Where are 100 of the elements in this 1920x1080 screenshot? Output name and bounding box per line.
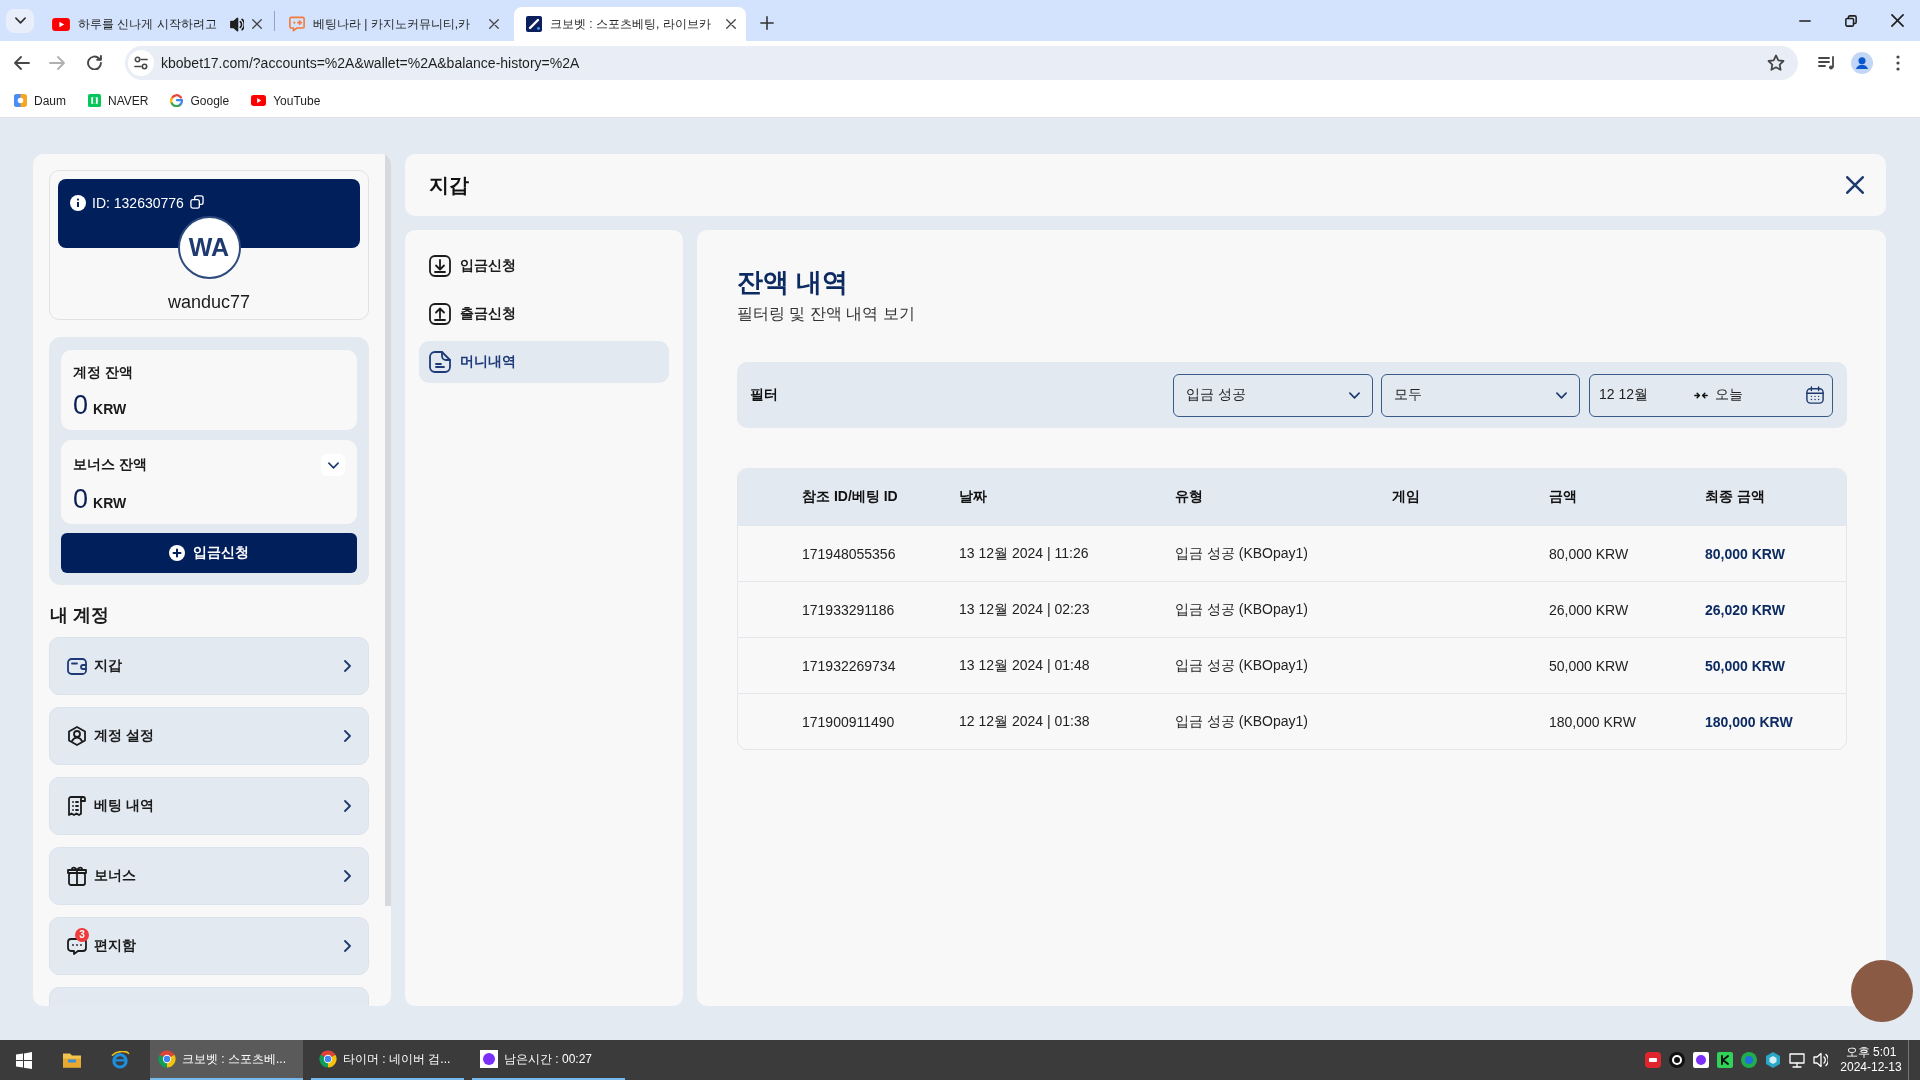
table-cell: 50,000 KRW (1705, 657, 1785, 674)
bookmark[interactable]: YouTube (245, 93, 327, 108)
back-arrow-icon[interactable] (14, 55, 30, 70)
browser-icon[interactable] (110, 1051, 130, 1069)
upload-icon (429, 303, 451, 325)
arrows-icon (1694, 391, 1708, 399)
close-icon[interactable] (252, 19, 262, 29)
table-cell: 12 12월 2024 | 01:38 (959, 712, 1090, 731)
nav-item[interactable]: 입금신청 (419, 245, 669, 287)
tile-icon[interactable] (1693, 1052, 1709, 1068)
close-icon[interactable] (1846, 176, 1864, 194)
table-cell: 입금 성공 (KBOpay1) (1175, 600, 1309, 619)
chevron-down-icon (327, 461, 339, 469)
bookmark[interactable]: Daum (8, 93, 72, 108)
taskbar-window[interactable]: 타이머 : 네이버 검... (311, 1040, 464, 1080)
play-logo-icon (251, 95, 267, 106)
notification-badge: 3 (75, 928, 89, 942)
hexagon-icon[interactable] (1765, 1052, 1781, 1068)
close-icon[interactable] (489, 19, 499, 29)
tile-icon[interactable] (1717, 1052, 1733, 1068)
table-cell: 13 12월 2024 | 11:26 (959, 544, 1089, 563)
column-header: 게임 (1392, 488, 1420, 506)
star-icon[interactable] (1767, 54, 1785, 71)
reload-icon[interactable] (86, 55, 102, 70)
ring-icon (170, 94, 184, 107)
browser-tab[interactable]: 베팅나라 | 카지노커뮤니티,카 (277, 7, 509, 41)
clock-date[interactable]: 2024-12-13 (1840, 1060, 1902, 1075)
disc-icon[interactable] (1669, 1052, 1685, 1068)
profile-icon[interactable] (1851, 51, 1873, 74)
windows-logo-icon[interactable] (16, 1051, 32, 1069)
folder-icon[interactable] (62, 1052, 82, 1068)
speaker-icon[interactable] (230, 16, 244, 32)
app-icon (480, 1050, 498, 1068)
tune-icon[interactable] (134, 55, 148, 70)
restore-icon[interactable] (1845, 14, 1857, 27)
calendar-icon[interactable] (1806, 386, 1824, 404)
media-control-icon[interactable] (1817, 55, 1835, 70)
clock-time[interactable]: 오후 5:01 (1845, 1045, 1897, 1060)
menu-item[interactable]: 지갑 (49, 637, 369, 695)
play-logo-icon (52, 17, 70, 31)
page-title: 잔액 내역 (737, 266, 849, 299)
menu-item[interactable]: 베팅 내역 (49, 777, 369, 835)
section-title: 내 계정 (49, 604, 110, 627)
browser-tab[interactable]: 크보벳 : 스포츠베팅, 라이브카 (514, 7, 746, 41)
address-bar[interactable]: kbobet17.com/?accounts=%2A&wallet=%2A&balance-history=%2A (125, 45, 1798, 80)
page-subtitle: 필터링 및 잔액 내역 보기 (737, 304, 915, 324)
close-icon[interactable] (1890, 14, 1904, 27)
chat-icon (67, 937, 87, 955)
table-cell: 13 12월 2024 | 02:23 (959, 600, 1090, 619)
scrollbar-thumb[interactable] (385, 154, 391, 906)
browser-tab[interactable]: 하루를 신나게 시작하려고 (40, 7, 272, 41)
taskbar-window[interactable]: 남은시간 : 00:27 (472, 1040, 625, 1080)
bookmark[interactable]: Google (164, 93, 236, 108)
game-select[interactable]: 모두 (1381, 373, 1580, 417)
tile-icon (88, 94, 101, 107)
close-icon[interactable] (726, 19, 736, 29)
expand-button[interactable] (321, 454, 345, 476)
menu-item[interactable]: 보너스 (49, 847, 369, 905)
balance-label: 보너스 잔액 (73, 456, 147, 474)
column-header: 유형 (1175, 488, 1203, 506)
status-select[interactable]: 입금 성공 (1173, 373, 1373, 417)
column-header: 최종 금액 (1705, 488, 1765, 506)
menu-item[interactable]: 계정 설정 (49, 707, 369, 765)
receipt-icon (68, 796, 86, 816)
user-icon (68, 726, 86, 746)
tab-list-button[interactable] (6, 8, 34, 33)
balance-amount: 0 (73, 484, 89, 514)
table-cell: 입금 성공 (KBOpay1) (1175, 656, 1309, 675)
user-id: ID: 132630776 (92, 195, 184, 211)
network-icon[interactable] (1789, 1052, 1805, 1068)
chevron-right-icon (344, 660, 351, 672)
table-cell: 입금 성공 (KBOpay1) (1175, 544, 1309, 563)
copy-icon[interactable] (189, 195, 204, 209)
chevron-right-icon (344, 800, 351, 812)
currency-label: KRW (93, 401, 127, 417)
more-menu-icon[interactable] (1896, 54, 1900, 71)
chevron-right-icon (344, 940, 351, 952)
menu-item[interactable]: 3 편지함 (49, 917, 369, 975)
taskbar-window[interactable]: 크보벳 : 스포츠베... (150, 1040, 303, 1080)
bookmark[interactable]: NAVER (82, 93, 155, 108)
plus-icon[interactable] (760, 16, 774, 30)
table-cell: 26,020 KRW (1705, 601, 1785, 618)
table-cell: 171932269734 (802, 657, 896, 674)
tile-icon[interactable] (1645, 1052, 1661, 1068)
date-range-field[interactable]: 12 12월 오늘 (1589, 373, 1833, 417)
chevron-right-icon (344, 730, 351, 742)
minimize-icon[interactable] (1799, 19, 1811, 22)
two-tone-tile-icon (14, 94, 27, 107)
deposit-button[interactable]: 입금신청 (61, 533, 357, 573)
table-cell: 171900911490 (802, 713, 895, 730)
balance-amount: 0 (73, 390, 89, 420)
nav-item[interactable]: 머니내역 (419, 341, 669, 383)
balance-label: 계정 잔액 (73, 364, 133, 382)
nav-item[interactable]: 출금신청 (419, 293, 669, 335)
plus-circle-icon (169, 545, 185, 561)
chevron-down-icon (1349, 391, 1360, 399)
volume-icon[interactable] (1813, 1052, 1828, 1068)
wallet-title: 지갑 (429, 172, 469, 198)
table-cell: 입금 성공 (KBOpay1) (1175, 712, 1309, 731)
table-cell: 180,000 KRW (1705, 713, 1793, 730)
